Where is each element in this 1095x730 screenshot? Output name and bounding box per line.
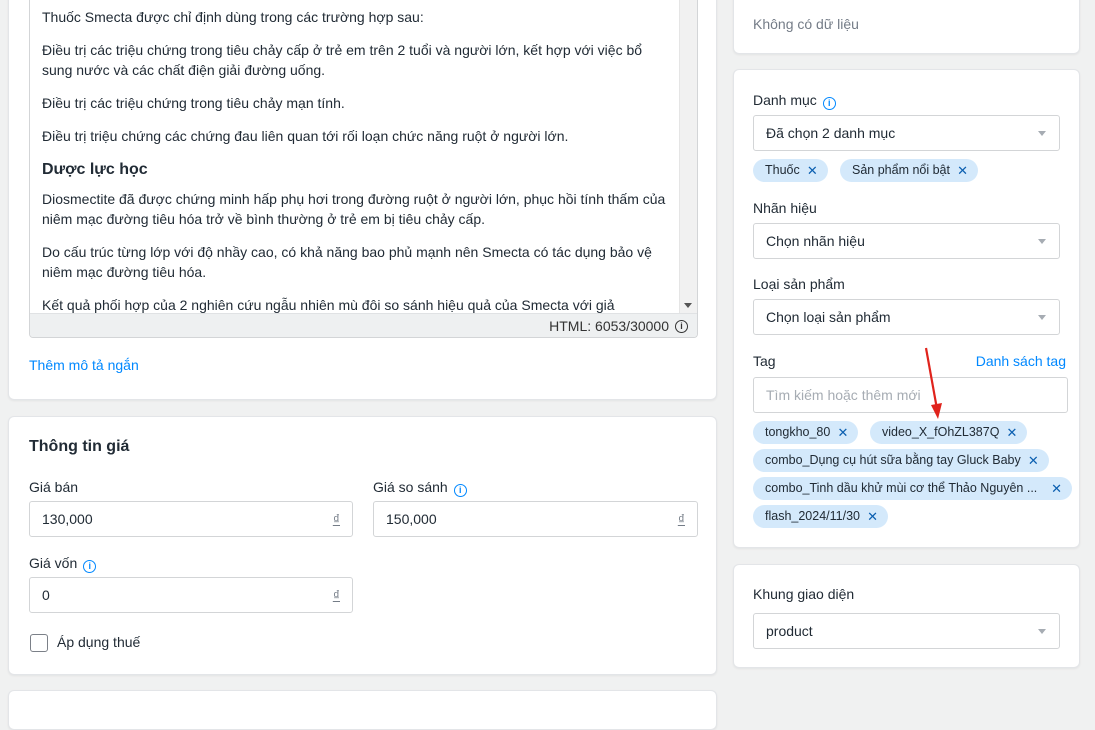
compare-price-label-text: Giá so sánh bbox=[373, 479, 448, 495]
theme-label: Khung giao diện bbox=[753, 586, 855, 602]
product-type-label: Loại sản phẩm bbox=[753, 276, 845, 292]
editor-paragraph: Thuốc Smecta được chỉ định dùng trong cá… bbox=[42, 9, 424, 25]
editor-scrollbar[interactable] bbox=[679, 0, 697, 314]
editor-paragraph: Do cấu trúc từng lớp với độ nhầy cao, có… bbox=[42, 244, 652, 280]
close-icon[interactable]: ✕ bbox=[1028, 449, 1039, 472]
editor-paragraph: Kết quả phối hợp của 2 nghiên cứu ngẫu n… bbox=[42, 297, 615, 313]
sell-price-value: 130,000 bbox=[42, 511, 93, 527]
currency-suffix: ₫ bbox=[332, 587, 340, 603]
organization-card: Danh mục i Đã chọn 2 danh mục Thuốc ✕ Sản … bbox=[733, 69, 1080, 548]
next-section-card bbox=[8, 690, 717, 730]
html-counter: HTML: 6053/30000 bbox=[549, 318, 669, 334]
brand-placeholder: Chọn nhãn hiệu bbox=[766, 233, 865, 249]
currency-suffix: ₫ bbox=[677, 511, 685, 527]
chip-label: tongkho_80 bbox=[765, 425, 831, 439]
tag-chip: combo_Dụng cụ hút sữa bằng tay Gluck Bab… bbox=[753, 449, 1049, 472]
chip-label: combo_Tinh dầu khử mùi cơ thể Thảo Nguyê… bbox=[765, 481, 1038, 495]
editor-paragraph: Diosmectite đã được chứng minh hấp phụ h… bbox=[42, 191, 666, 227]
tag-chip: combo_Tinh dầu khử mùi cơ thể Thảo Nguyê… bbox=[753, 477, 1072, 500]
compare-price-label: Giá so sánh i bbox=[373, 479, 467, 497]
chip-label: flash_2024/11/30 bbox=[765, 509, 860, 523]
editor-content[interactable]: Thuốc Smecta được chỉ định dùng trong cá… bbox=[30, 0, 679, 314]
theme-selected-value: product bbox=[766, 623, 813, 639]
chip-label: combo_Dụng cụ hút sữa bằng tay Gluck Bab… bbox=[765, 453, 1021, 467]
cost-price-label-text: Giá vốn bbox=[29, 555, 78, 571]
sell-price-input[interactable]: 130,000 ₫ bbox=[29, 501, 353, 537]
close-icon[interactable]: ✕ bbox=[867, 505, 878, 528]
price-card-title: Thông tin giá bbox=[29, 438, 130, 455]
tag-search-input[interactable]: Tìm kiếm hoặc thêm mới bbox=[753, 377, 1068, 413]
editor-paragraph: Điều trị triệu chứng các chứng đau liên … bbox=[42, 128, 569, 144]
no-data-text: Không có dữ liệu bbox=[753, 16, 859, 32]
product-type-placeholder: Chọn loại sản phẩm bbox=[766, 309, 891, 325]
cost-price-value: 0 bbox=[42, 587, 50, 603]
brand-select[interactable]: Chọn nhãn hiệu bbox=[753, 223, 1060, 259]
category-label-text: Danh mục bbox=[753, 92, 817, 108]
info-icon[interactable]: i bbox=[453, 484, 467, 497]
close-icon[interactable]: ✕ bbox=[1051, 477, 1062, 500]
product-type-select[interactable]: Chọn loại sản phẩm bbox=[753, 299, 1060, 335]
info-icon[interactable]: i bbox=[822, 97, 836, 110]
theme-select[interactable]: product bbox=[753, 613, 1060, 649]
close-icon[interactable]: ✕ bbox=[957, 159, 968, 182]
close-icon[interactable]: ✕ bbox=[807, 159, 818, 182]
compare-price-input[interactable]: 150,000 ₫ bbox=[373, 501, 698, 537]
chevron-down-icon bbox=[1038, 629, 1046, 634]
category-selected-value: Đã chọn 2 danh mục bbox=[766, 125, 896, 141]
editor-paragraph: Điều trị các triệu chứng trong tiêu chảy… bbox=[42, 95, 345, 111]
brand-label: Nhãn hiệu bbox=[753, 200, 817, 216]
category-select[interactable]: Đã chọn 2 danh mục bbox=[753, 115, 1060, 151]
category-chip: Sản phẩm nổi bật ✕ bbox=[840, 159, 978, 182]
scroll-down-icon[interactable] bbox=[684, 303, 692, 308]
info-icon[interactable]: i bbox=[83, 560, 97, 573]
chevron-down-icon bbox=[1038, 131, 1046, 136]
add-short-description-link[interactable]: Thêm mô tả ngắn bbox=[29, 357, 139, 373]
compare-price-value: 150,000 bbox=[386, 511, 437, 527]
sell-price-label-text: Giá bán bbox=[29, 479, 79, 495]
currency-suffix: ₫ bbox=[332, 511, 340, 527]
data-card: Không có dữ liệu bbox=[733, 0, 1080, 54]
annotation-arrow bbox=[924, 347, 942, 419]
category-label: Danh mục i bbox=[753, 92, 836, 110]
annotation-arrow-head bbox=[931, 403, 942, 419]
description-card: Thuốc Smecta được chỉ định dùng trong cá… bbox=[8, 0, 717, 400]
tag-chip: flash_2024/11/30 ✕ bbox=[753, 505, 888, 528]
apply-tax-checkbox[interactable] bbox=[30, 634, 48, 652]
editor-paragraph: Điều trị các triệu chứng trong tiêu chảy… bbox=[42, 42, 643, 78]
tag-list-link[interactable]: Danh sách tag bbox=[976, 353, 1066, 369]
description-editor[interactable]: Thuốc Smecta được chỉ định dùng trong cá… bbox=[29, 0, 698, 338]
apply-tax-label[interactable]: Áp dụng thuế bbox=[57, 634, 140, 650]
chevron-down-icon bbox=[1038, 315, 1046, 320]
chevron-down-icon bbox=[1038, 239, 1046, 244]
info-icon[interactable]: i bbox=[675, 320, 688, 333]
tag-label: Tag bbox=[753, 353, 776, 369]
cost-price-input[interactable]: 0 ₫ bbox=[29, 577, 353, 613]
chip-label: video_X_fOhZL387Q bbox=[882, 425, 1000, 439]
tag-chip: tongkho_80 ✕ bbox=[753, 421, 859, 444]
sell-price-label: Giá bán bbox=[29, 479, 78, 495]
chip-label: Thuốc bbox=[765, 163, 800, 177]
close-icon[interactable]: ✕ bbox=[1007, 421, 1018, 444]
cost-price-label: Giá vốn i bbox=[29, 555, 97, 573]
theme-card: Khung giao diện product bbox=[733, 564, 1080, 668]
tag-chip: video_X_fOhZL387Q ✕ bbox=[870, 421, 1028, 444]
category-chip: Thuốc ✕ bbox=[753, 159, 828, 182]
price-card: Thông tin giá Giá bán 130,000 ₫ Giá so s… bbox=[8, 416, 717, 675]
editor-footer: HTML: 6053/30000 i bbox=[30, 313, 697, 337]
close-icon[interactable]: ✕ bbox=[837, 421, 848, 444]
annotation-arrow-line bbox=[924, 347, 939, 410]
editor-heading: Dược lực học bbox=[42, 161, 148, 178]
chip-label: Sản phẩm nổi bật bbox=[852, 163, 950, 177]
